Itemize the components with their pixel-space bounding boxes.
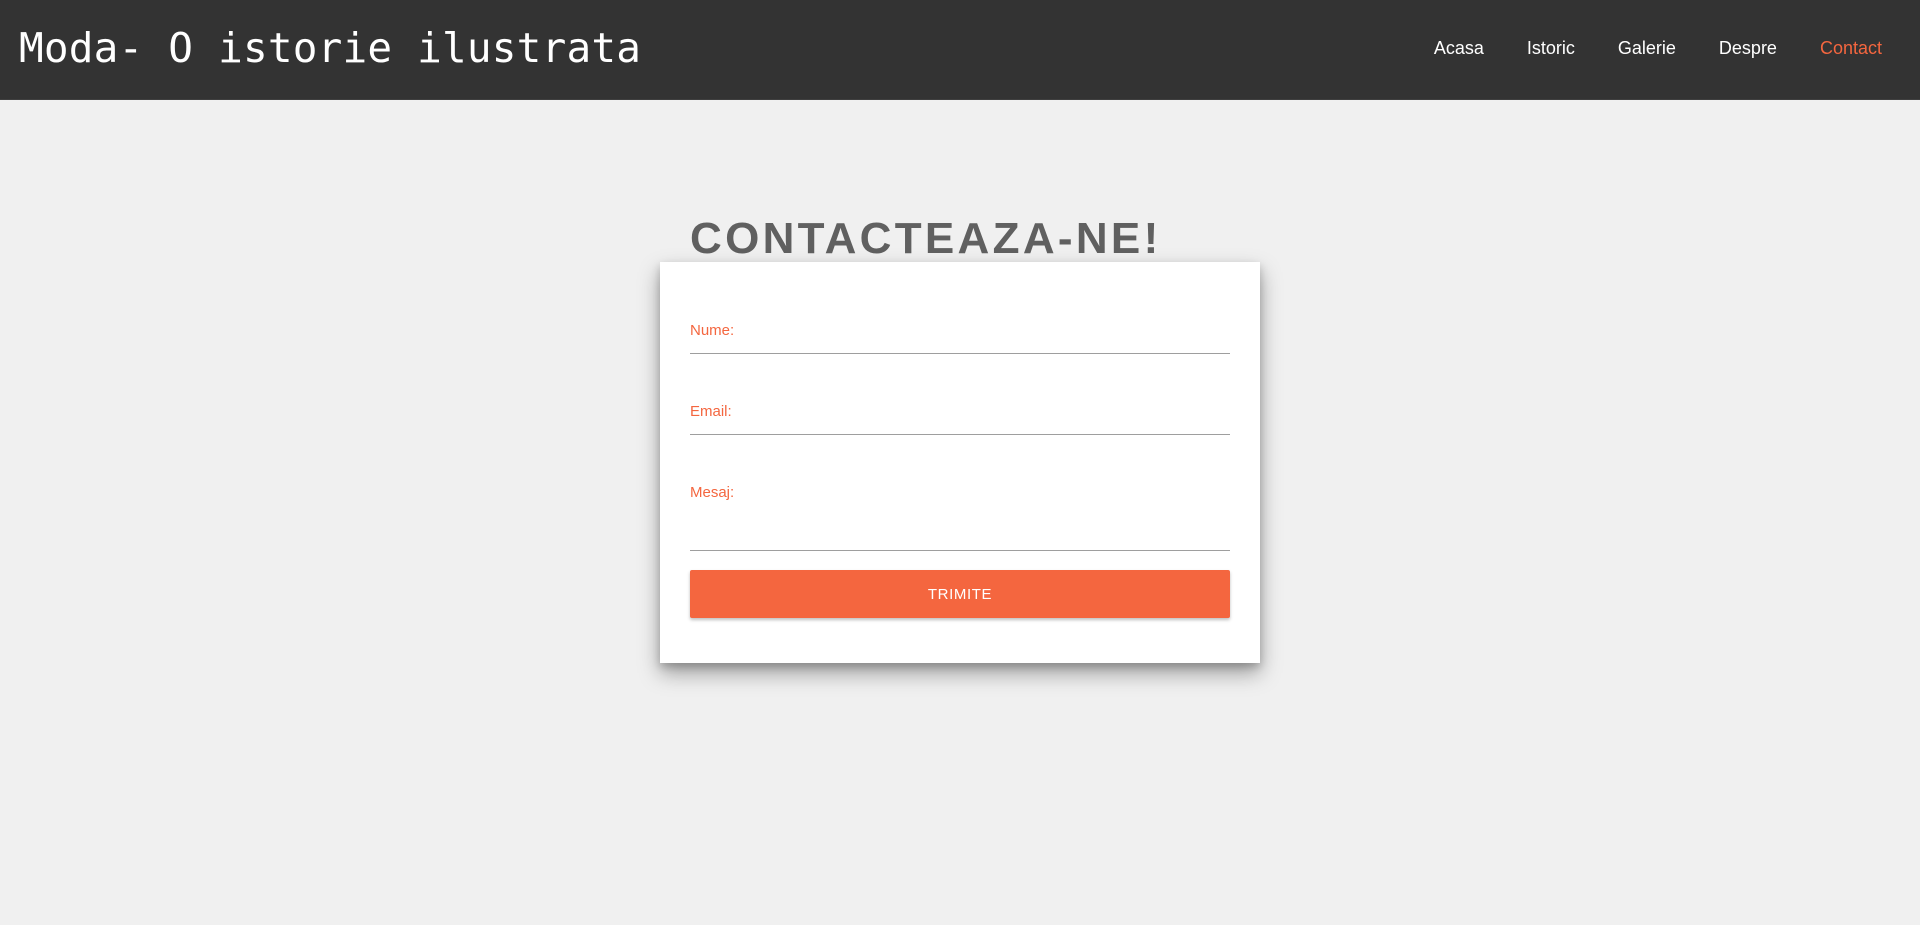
main-nav: Acasa Istoric Galerie Despre Contact bbox=[1391, 37, 1882, 59]
message-textarea[interactable] bbox=[690, 509, 1230, 547]
nav-link-istoric[interactable]: Istoric bbox=[1527, 37, 1575, 59]
nav-link-despre[interactable]: Despre bbox=[1719, 37, 1777, 59]
nav-link-acasa[interactable]: Acasa bbox=[1434, 37, 1484, 59]
top-navbar: Moda- O istorie ilustrata Acasa Istoric … bbox=[0, 0, 1920, 100]
submit-button[interactable]: TRIMITE bbox=[690, 570, 1230, 618]
message-field: Mesaj: bbox=[690, 477, 1230, 551]
nav-link-galerie[interactable]: Galerie bbox=[1618, 37, 1676, 59]
site-title[interactable]: Moda- O istorie ilustrata bbox=[19, 24, 641, 72]
message-label: Mesaj: bbox=[690, 484, 735, 501]
email-field: Email: bbox=[690, 396, 1230, 435]
contact-form-card: Nume: Email: Mesaj: TRIMITE bbox=[660, 262, 1260, 663]
nav-link-contact[interactable]: Contact bbox=[1820, 37, 1882, 59]
email-input[interactable] bbox=[690, 412, 1230, 432]
contact-heading: CONTACTEAZA-NE! bbox=[690, 214, 1162, 263]
name-field: Nume: bbox=[690, 315, 1230, 354]
name-input[interactable] bbox=[690, 331, 1230, 351]
